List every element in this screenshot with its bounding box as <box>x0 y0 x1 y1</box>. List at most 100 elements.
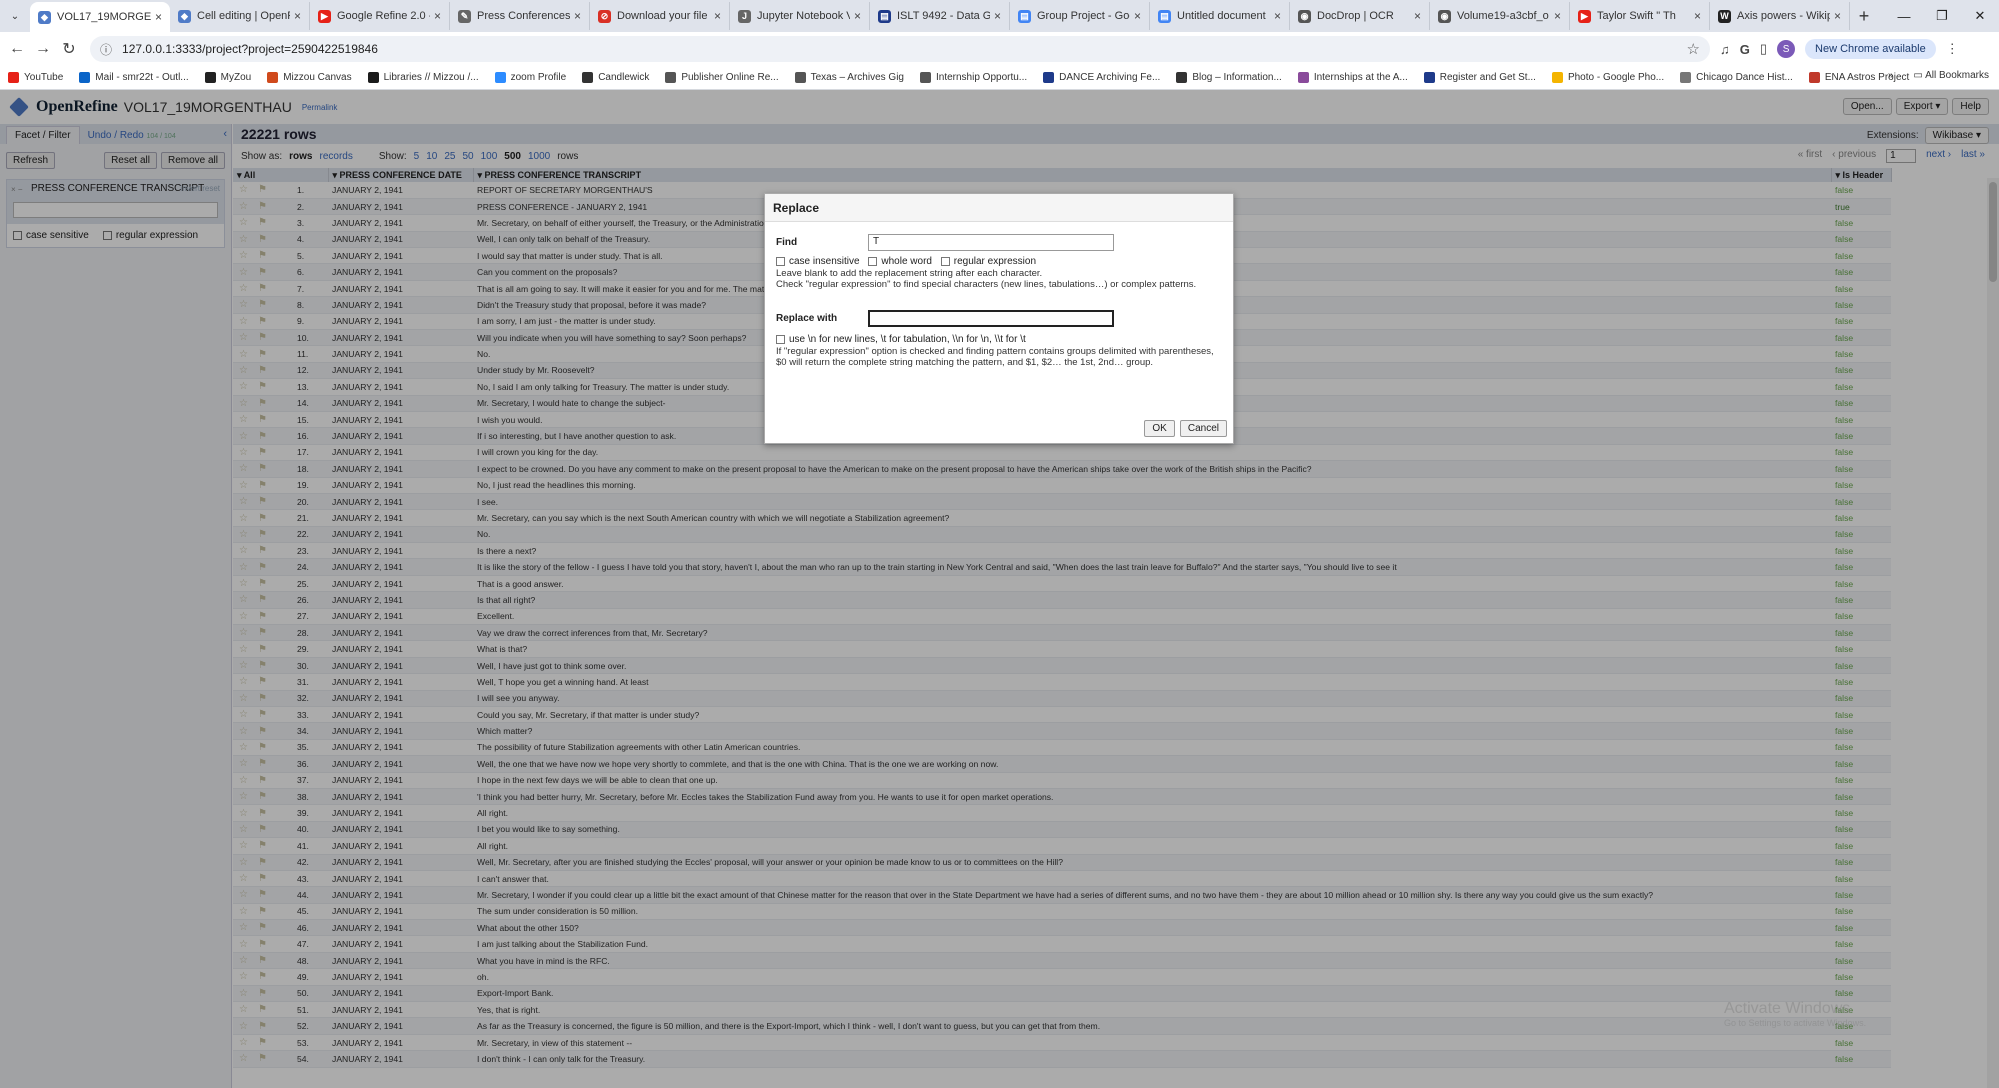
bookmark-item[interactable]: Mail - smr22t - Outl... <box>79 72 189 83</box>
escape-option-label: use \n for new lines, \t for tabulation,… <box>789 334 1026 345</box>
profile-avatar[interactable]: S <box>1777 40 1796 58</box>
browser-tab[interactable]: ▤ Group Project - Goo × <box>1010 2 1150 30</box>
menu-icon[interactable]: ⋮ <box>1946 41 1959 57</box>
tab-favicon-icon: J <box>738 9 751 23</box>
regex-option-label: regular expression <box>953 256 1037 267</box>
bookmark-item[interactable]: Blog – Information... <box>1176 72 1282 83</box>
bookmark-item[interactable]: Chicago Dance Hist... <box>1680 72 1793 83</box>
tab-close-icon[interactable]: × <box>1554 9 1561 23</box>
browser-tab[interactable]: ▶ Taylor Swift " Th × <box>1570 2 1710 30</box>
bookmark-item[interactable]: Mizzou Canvas <box>267 72 352 83</box>
bookmark-item[interactable]: Libraries // Mizzou /... <box>367 72 479 83</box>
checkbox-icon[interactable] <box>940 256 950 266</box>
bookmark-label: DANCE Archiving Fe... <box>1059 72 1161 83</box>
tab-close-icon[interactable]: × <box>434 9 441 23</box>
reload-icon[interactable]: ↻ <box>56 39 82 59</box>
find-hint-1: Leave blank to add the replacement strin… <box>776 268 1043 279</box>
bookmark-item[interactable]: Candlewick <box>582 72 649 83</box>
tab-title: Cell editing | OpenR <box>197 10 290 22</box>
bookmark-item[interactable]: zoom Profile <box>494 72 567 83</box>
back-icon[interactable]: ← <box>4 40 30 58</box>
bookmark-item[interactable]: Texas – Archives Gig <box>794 72 904 83</box>
side-panel-icon[interactable]: ▯ <box>1760 41 1767 57</box>
media-icon[interactable]: ♫ <box>1720 42 1730 57</box>
tab-title: Taylor Swift " Th <box>1597 10 1676 22</box>
tab-title: VOL17_19MORGEN <box>57 11 151 23</box>
more-bookmarks-icon[interactable]: » <box>1888 70 1894 81</box>
tab-close-icon[interactable]: × <box>1414 9 1421 23</box>
tab-title: ISLT 9492 - Data Gr <box>897 10 990 22</box>
browser-tab[interactable]: W Axis powers - Wikip × <box>1710 2 1850 30</box>
forward-icon[interactable]: → <box>30 40 56 58</box>
close-window-icon[interactable]: ✕ <box>1961 0 1999 32</box>
browser-tab[interactable]: ▤ ISLT 9492 - Data Gr × <box>870 2 1010 30</box>
escape-option[interactable]: use \n for new lines, \t for tabulation,… <box>776 334 1026 345</box>
browser-tab[interactable]: ▤ Untitled document × <box>1150 2 1290 30</box>
bookmark-star-icon[interactable]: ☆ <box>1687 40 1700 58</box>
bookmark-item[interactable]: DANCE Archiving Fe... <box>1043 72 1160 83</box>
tab-close-icon[interactable]: × <box>1134 9 1141 23</box>
bookmark-label: Blog – Information... <box>1192 72 1282 83</box>
replace-dialog: Replace Find T case insensitive whole wo… <box>764 193 1234 444</box>
whole-word-label: whole word <box>881 256 932 267</box>
tab-title: Download your file <box>617 10 708 22</box>
site-info-icon[interactable]: ⓘ <box>100 41 112 58</box>
browser-tab[interactable]: ◉ Volume19-a3cbf_o × <box>1430 2 1570 30</box>
bookmark-favicon-icon <box>494 72 506 83</box>
checkbox-icon[interactable] <box>776 256 785 266</box>
whole-word-option[interactable]: whole word <box>868 256 932 267</box>
tab-close-icon[interactable]: × <box>574 9 581 23</box>
tab-search-icon[interactable]: ⌄ <box>0 0 30 32</box>
bookmark-item[interactable]: Photo - Google Pho... <box>1551 72 1664 83</box>
bookmark-item[interactable]: Register and Get St... <box>1423 72 1536 83</box>
case-insensitive-option[interactable]: case insensitive <box>776 256 860 267</box>
tab-close-icon[interactable]: × <box>714 9 721 23</box>
tab-close-icon[interactable]: × <box>1274 9 1281 23</box>
bookmarks-bar: YouTube Mail - smr22t - Outl... MyZou Mizzo… <box>0 66 1999 90</box>
regex-option[interactable]: regular expression <box>940 256 1037 267</box>
tab-close-icon[interactable]: × <box>294 9 301 23</box>
checkbox-icon[interactable] <box>868 256 878 266</box>
google-icon[interactable]: G <box>1740 42 1750 57</box>
tab-title: DocDrop | OCR <box>1317 10 1394 22</box>
address-bar[interactable]: ⓘ 127.0.0.1:3333/project?project=2590422… <box>90 36 1710 62</box>
browser-tab[interactable]: ✎ Press Conferences - × <box>450 2 590 30</box>
bookmark-item[interactable]: Internship Opportu... <box>919 72 1027 83</box>
tab-close-icon[interactable]: × <box>1834 9 1841 23</box>
tab-favicon-icon: ✎ <box>458 9 471 23</box>
browser-tab[interactable]: ◉ DocDrop | OCR × <box>1290 2 1430 30</box>
tab-favicon-icon: ◆ <box>38 10 51 24</box>
tab-close-icon[interactable]: × <box>155 10 162 24</box>
cancel-button[interactable]: Cancel <box>1179 420 1227 437</box>
bookmark-favicon-icon <box>1808 72 1820 83</box>
bookmark-item[interactable]: MyZou <box>204 72 251 83</box>
browser-tab[interactable]: ◆ Cell editing | OpenR × <box>170 2 310 30</box>
bookmark-favicon-icon <box>1176 72 1188 83</box>
browser-tab[interactable]: ⊘ Download your file × <box>590 2 730 30</box>
bookmark-item[interactable]: YouTube <box>8 72 63 83</box>
all-bookmarks-button[interactable]: ▭ All Bookmarks <box>1913 70 1989 81</box>
case-insensitive-label: case insensitive <box>789 256 860 267</box>
bookmark-item[interactable]: Publisher Online Re... <box>665 72 779 83</box>
new-tab-button[interactable]: + <box>1850 6 1878 27</box>
checkbox-icon[interactable] <box>776 334 785 344</box>
bookmark-label: Chicago Dance Hist... <box>1696 72 1793 83</box>
browser-tab[interactable]: ◆ VOL17_19MORGEN × <box>30 2 170 32</box>
maximize-icon[interactable]: ❐ <box>1923 0 1961 32</box>
tab-close-icon[interactable]: × <box>1694 9 1701 23</box>
replace-input[interactable] <box>868 309 1114 327</box>
ok-button[interactable]: OK <box>1144 420 1175 437</box>
bookmark-label: zoom Profile <box>510 72 567 83</box>
minimize-icon[interactable]: — <box>1885 0 1923 32</box>
find-input[interactable]: T <box>868 233 1114 251</box>
bookmark-favicon-icon <box>794 72 806 83</box>
browser-tab[interactable]: ▶ Google Refine 2.0 - × <box>310 2 450 30</box>
bookmark-label: Candlewick <box>598 72 650 83</box>
bookmark-favicon-icon <box>582 72 594 83</box>
browser-tab[interactable]: J Jupyter Notebook V × <box>730 2 870 30</box>
tab-close-icon[interactable]: × <box>994 9 1001 23</box>
tab-close-icon[interactable]: × <box>854 9 861 23</box>
update-chrome-button[interactable]: New Chrome available <box>1805 39 1936 59</box>
bookmark-item[interactable]: Internships at the A... <box>1297 72 1408 83</box>
bookmark-label: Texas – Archives Gig <box>810 72 904 83</box>
